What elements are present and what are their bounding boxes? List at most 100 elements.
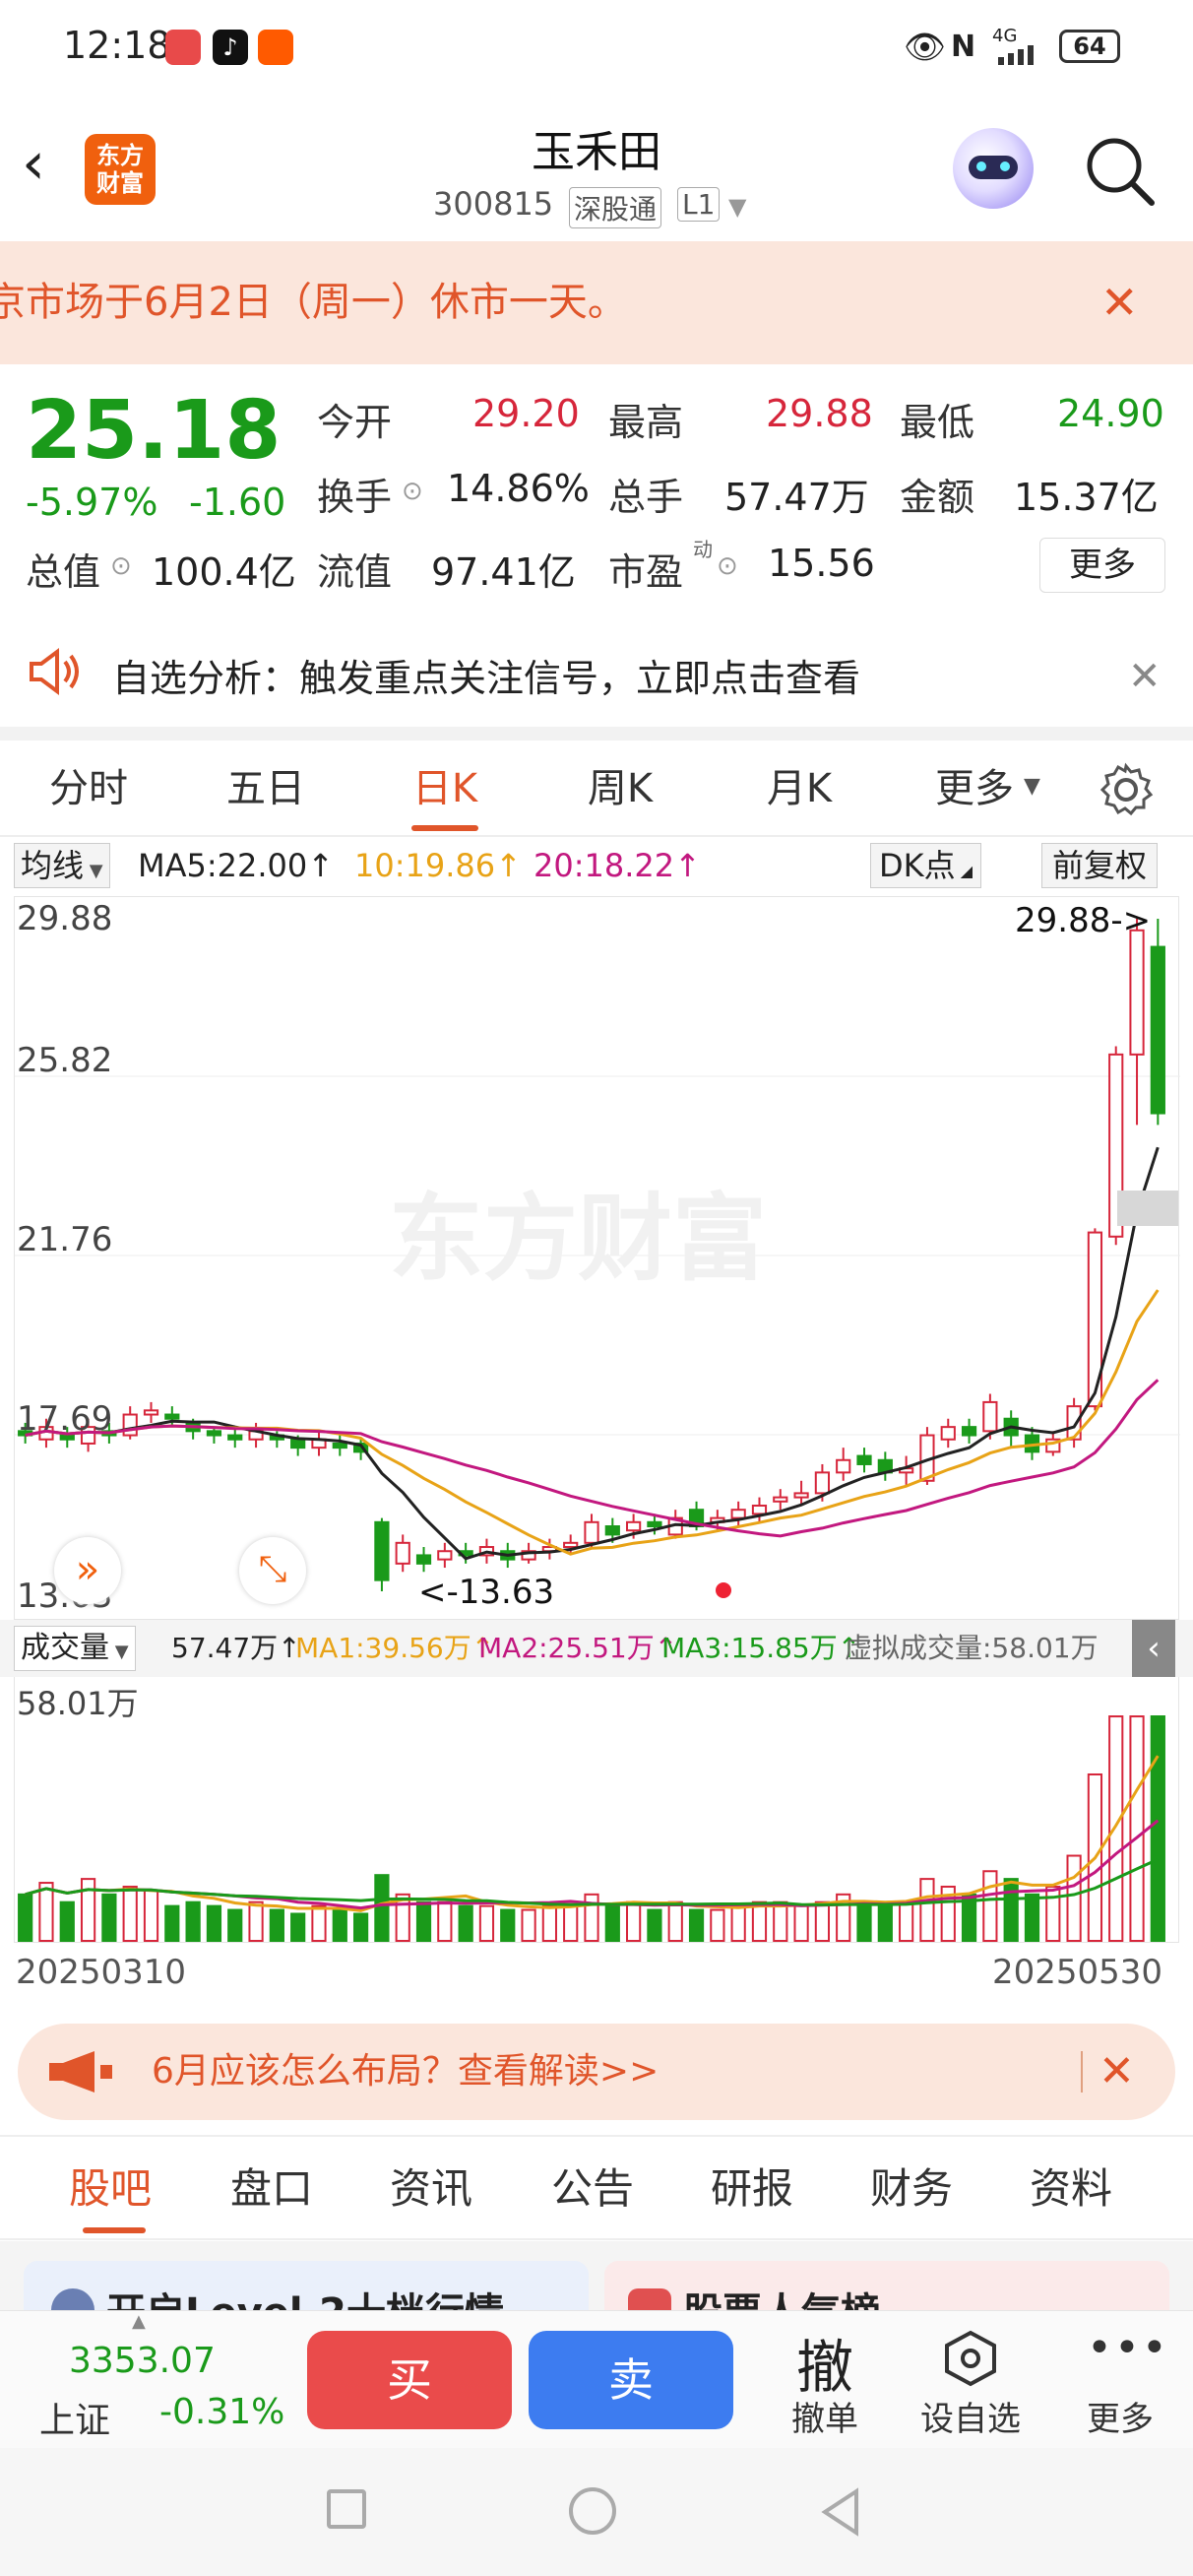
dk-point-button[interactable]: DK点 ◢	[870, 843, 982, 888]
tab-profile[interactable]: 资料	[1030, 2137, 1112, 2240]
status-bar: 12:18 ♪ 👁 N 4G 64	[0, 0, 1193, 98]
watchlist-alert[interactable]: 自选分析：触发重点关注信号，立即点击查看 ✕	[0, 618, 1193, 727]
adjust-button[interactable]: 前复权	[1041, 843, 1159, 888]
candle	[563, 1541, 579, 1549]
tab-finance[interactable]: 财务	[870, 2137, 953, 2240]
buy-button[interactable]: 买	[307, 2331, 512, 2429]
info-icon[interactable]: ⊙	[717, 551, 738, 581]
search-icon[interactable]	[1083, 134, 1158, 209]
tiktok-icon: ♪	[213, 30, 248, 65]
fullscreen-icon[interactable]: ⤡	[239, 1537, 306, 1604]
event-dot-icon[interactable]	[716, 1582, 731, 1598]
y-label-top: 29.88	[17, 899, 113, 938]
volume-bar	[877, 1904, 893, 1942]
add-watchlist-label[interactable]: 设自选	[919, 2392, 1022, 2440]
index-change: -0.31%	[159, 2392, 285, 2432]
volume-bar	[122, 1885, 138, 1942]
quote-panel: 25.18 -5.97% -1.60 总值 ⊙ 100.4亿 今开 29.20 …	[0, 364, 1193, 620]
info-icon[interactable]: ⊙	[110, 551, 132, 581]
candle	[1066, 1405, 1082, 1441]
tab-monthly-k[interactable]: 月K	[740, 741, 858, 837]
volume-max-label: 58.01万	[17, 1685, 139, 1722]
index-value: 3353.07	[69, 2341, 216, 2381]
robot-assistant-icon[interactable]	[953, 128, 1034, 209]
more-label[interactable]: 更多	[1083, 2392, 1158, 2440]
level2-card-title: 开启Level-2十档行情	[106, 2281, 504, 2310]
popularity-card[interactable]: 股票人气榜	[604, 2261, 1169, 2310]
tab-weekly-k[interactable]: 周K	[561, 741, 679, 837]
eye-icon: 👁	[904, 28, 947, 67]
tab-orderbook[interactable]: 盘口	[230, 2137, 313, 2240]
volume-bar	[688, 1908, 705, 1942]
cancel-order-label[interactable]: 撤单	[784, 2392, 866, 2440]
home-icon[interactable]	[569, 2487, 616, 2535]
volume-bar	[604, 1904, 620, 1942]
promo-banner[interactable]: 6月应该怎么布局？查看解读>> ✕	[18, 2024, 1175, 2120]
tab-news[interactable]: 资讯	[390, 2137, 472, 2240]
kline-chart[interactable]: 东方财富 29.88 25.82 21.76 17.69 13.63 29.88…	[14, 896, 1180, 1620]
volume-bar	[541, 1904, 557, 1942]
volume-bar	[793, 1904, 809, 1942]
candle	[836, 1458, 851, 1474]
ma-selector[interactable]: 均线 ▼	[14, 843, 110, 888]
level2-card[interactable]: 开启Level-2十档行情	[24, 2261, 589, 2310]
candle	[1150, 945, 1165, 1115]
more-quote-button[interactable]: 更多	[1039, 538, 1165, 593]
add-watchlist-icon[interactable]	[941, 2329, 1000, 2388]
start-date: 20250310	[16, 1953, 187, 1992]
volume-bar	[1108, 1715, 1124, 1942]
chevron-down-icon[interactable]: ▼	[1024, 774, 1040, 799]
connect-badge: 深股通	[569, 187, 662, 228]
tab-research[interactable]: 研报	[711, 2137, 793, 2240]
tab-minute[interactable]: 分时	[30, 741, 148, 837]
collapse-panel-icon[interactable]: ‹	[1132, 1620, 1175, 1677]
volume-bar	[101, 1893, 117, 1943]
volume-bar	[919, 1878, 935, 1942]
notice-text: 京市场于6月2日（周一）休市一天。	[0, 280, 627, 325]
recent-apps-icon[interactable]	[327, 2489, 366, 2529]
more-dots-icon[interactable]: •••	[1087, 2323, 1169, 2373]
candle	[793, 1492, 809, 1499]
info-icon[interactable]: ⊙	[402, 477, 423, 506]
back-icon[interactable]	[817, 2485, 864, 2539]
end-date: 20250530	[992, 1953, 1163, 1992]
expand-up-icon[interactable]: ▲	[132, 2311, 146, 2332]
ma10-value: 10:19.86↑	[354, 847, 522, 884]
tab-daily-k[interactable]: 日K	[386, 741, 504, 837]
tab-five-day[interactable]: 五日	[207, 741, 325, 837]
pe-value: 15.56	[768, 542, 875, 585]
mktcap-value: 100.4亿	[152, 550, 296, 594]
vol-ma1: MA1:39.56万↑	[295, 1632, 495, 1664]
tab-forum[interactable]: 股吧	[69, 2137, 152, 2240]
candle	[332, 1442, 347, 1449]
signal-icon	[996, 43, 1045, 65]
close-icon[interactable]: ✕	[1128, 654, 1162, 699]
close-icon[interactable]: ✕	[1100, 241, 1139, 364]
expand-indicators-icon[interactable]: »	[54, 1537, 121, 1604]
volume-chart[interactable]: 58.01万	[14, 1677, 1179, 1943]
tab-more[interactable]: 更多	[915, 741, 1034, 837]
candle	[1129, 929, 1145, 1056]
kline-svg: 东方财富	[15, 919, 1180, 1591]
volume-selector[interactable]: 成交量 ▼	[14, 1626, 136, 1671]
feature-cards: 开启Level-2十档行情 股票人气榜	[0, 2241, 1193, 2310]
gear-icon[interactable]	[1099, 762, 1154, 817]
volume-bar	[269, 1908, 284, 1942]
sell-button[interactable]: 卖	[529, 2331, 733, 2429]
volume-bar	[374, 1874, 390, 1942]
megaphone-icon	[49, 2051, 112, 2093]
tab-announcements[interactable]: 公告	[551, 2137, 634, 2240]
candle	[290, 1438, 306, 1449]
promo-divider	[1081, 2051, 1083, 2093]
close-icon[interactable]: ✕	[1099, 2024, 1135, 2120]
volume-bar	[730, 1904, 746, 1942]
volume-bar	[437, 1900, 453, 1942]
chevron-down-icon[interactable]: ▼	[728, 193, 746, 221]
candle	[751, 1504, 768, 1515]
market-notice-banner[interactable]: 京市场于6月2日（周一）休市一天。 ✕	[0, 241, 1193, 364]
float-label: 流值	[317, 550, 393, 594]
clock: 12:18	[63, 24, 171, 67]
volume-bar	[647, 1908, 662, 1942]
popularity-card-title: 股票人气榜	[683, 2281, 880, 2310]
candle	[940, 1426, 956, 1441]
